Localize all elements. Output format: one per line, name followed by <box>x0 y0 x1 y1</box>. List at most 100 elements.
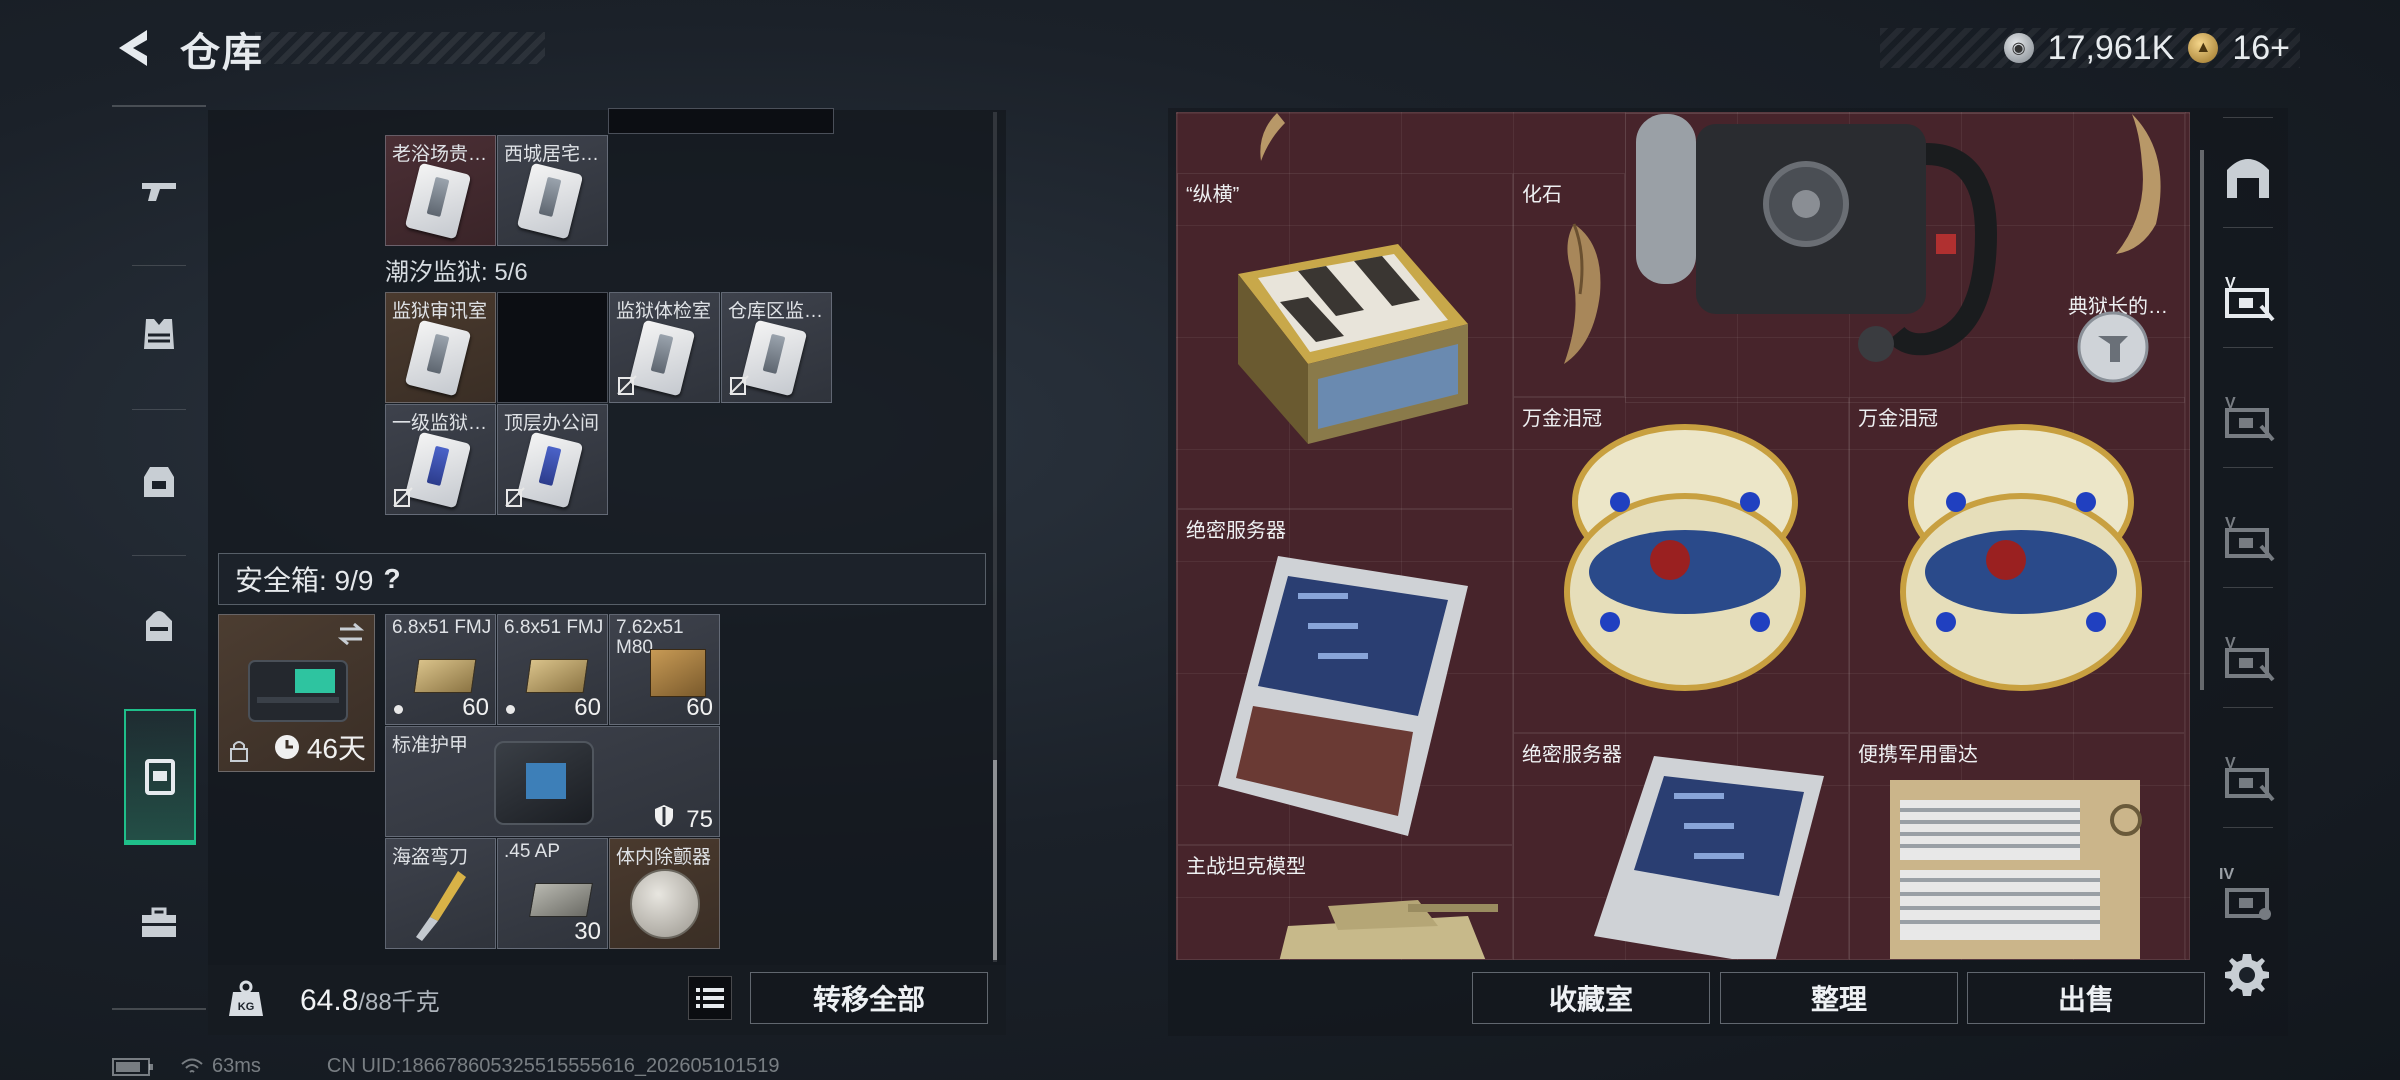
back-button[interactable] <box>108 22 158 74</box>
rebreather-device-icon <box>1636 114 1998 362</box>
backpack-icon <box>144 467 174 497</box>
list-icon <box>696 988 724 1008</box>
tab-toolbox[interactable] <box>112 867 206 977</box>
locked-card-icon <box>393 487 413 507</box>
collectible-item[interactable]: 主战坦克模型 <box>1177 845 1513 959</box>
item-label: 化石 <box>1522 184 1562 206</box>
keycard-icon <box>740 319 808 397</box>
weight-value: 64.8/88千克 <box>300 982 440 1018</box>
toolbox-icon <box>142 907 176 937</box>
help-button[interactable]: ? <box>383 563 400 595</box>
collection-grid: “纵横” 化石 典狱长的… 万金泪冠 万金泪冠 绝密服务器 绝密服务器 便携军用… <box>1176 112 2190 960</box>
safebox-header: 安全箱: 9/9 ? <box>218 553 986 605</box>
ammo-item[interactable]: .45 AP 30 <box>497 838 608 949</box>
battery-icon <box>112 1057 153 1076</box>
ammo-item[interactable]: 6.8x51 FMJ 60 <box>385 614 496 725</box>
storage-scrollbar-thumb[interactable] <box>993 760 997 960</box>
settings-gear-icon[interactable] <box>2222 950 2272 1000</box>
keycard-item[interactable]: 仓库区监… <box>721 292 832 403</box>
tab-case-1[interactable]: V <box>2213 262 2283 332</box>
silver-coin-icon: ◉ <box>2003 33 2034 63</box>
tab-safe-container[interactable] <box>124 709 196 845</box>
armor-item[interactable]: 标准护甲 75 <box>385 726 720 837</box>
list-view-button[interactable] <box>688 976 732 1020</box>
keycard-icon <box>628 319 696 397</box>
knife-item[interactable]: 海盗弯刀 <box>385 838 496 949</box>
tab-weapons[interactable] <box>112 135 206 245</box>
fossil-claw-icon <box>1564 223 1601 364</box>
sell-button[interactable]: 出售 <box>1967 972 2205 1024</box>
tab-case-2[interactable]: V <box>2213 382 2283 452</box>
collectible-item[interactable]: 万金泪冠 <box>1849 397 2185 733</box>
radar-unit-icon <box>1890 780 2142 959</box>
keycard-item[interactable]: 监狱审讯室 <box>385 292 496 403</box>
knife-icon <box>416 871 466 941</box>
safe-timer: 46天 <box>273 727 366 767</box>
collectible-item[interactable]: 万金泪冠 <box>1513 397 1849 733</box>
timer-text: 46天 <box>306 733 366 764</box>
vault-button[interactable]: 收藏室 <box>1472 972 1710 1024</box>
tab-backpack[interactable] <box>112 425 206 535</box>
keycard-item[interactable]: 老浴场贵… <box>385 135 496 246</box>
defibrillator-icon <box>630 869 700 939</box>
collection-scrollbar[interactable] <box>2200 150 2204 690</box>
tab-chest-rig[interactable] <box>112 571 206 681</box>
back-arrow-icon <box>119 30 147 66</box>
gold-coin-icon: ▲ <box>2188 33 2219 63</box>
locked-card-icon <box>505 487 525 507</box>
item-durability: 75 <box>686 806 713 833</box>
collectible-item[interactable]: 绝密服务器 <box>1177 509 1513 845</box>
title-decoration <box>255 32 545 64</box>
tab-armor[interactable] <box>112 279 206 389</box>
sort-button[interactable]: 整理 <box>1720 972 1958 1024</box>
ammo-item[interactable]: 7.62x51 M80 60 <box>609 614 720 725</box>
server-icon <box>1218 556 1468 836</box>
right-tabs: V V V V V IV <box>2205 112 2289 992</box>
server-icon <box>1594 756 1824 959</box>
keycard-icon <box>516 431 584 509</box>
keycard-item[interactable]: 一级监狱… <box>385 404 496 515</box>
weight-kg-icon: KG <box>229 980 263 1016</box>
keycard-item[interactable]: 顶层办公间 <box>497 404 608 515</box>
bag-icon <box>146 611 172 641</box>
collectible-item[interactable]: 典狱长的… <box>1625 113 2185 403</box>
ammo-box-icon <box>525 659 589 693</box>
ammo-item[interactable]: 6.8x51 FMJ 60 <box>497 614 608 725</box>
status-dot <box>394 705 403 714</box>
locked-card-icon <box>729 375 749 395</box>
status-bar: 63ms CN UID:18667860532551555561​6_20260… <box>112 1055 780 1078</box>
keycard-item[interactable]: 西城居宅… <box>497 135 608 246</box>
collectible-item[interactable]: 化石 <box>1513 173 1625 397</box>
transfer-all-button[interactable]: 转移全部 <box>750 972 988 1024</box>
item-label: 主战坦克模型 <box>1186 856 1306 878</box>
case-4-icon: V <box>2225 635 2275 682</box>
item-label: 老浴场贵… <box>392 144 488 165</box>
tab-case-5[interactable]: V <box>2213 742 2283 812</box>
safe-box-icon <box>248 660 348 722</box>
collectible-item[interactable]: 绝密服务器 <box>1513 733 1849 959</box>
safe-container-item[interactable]: 46天 <box>218 614 375 772</box>
collectible-item[interactable]: “纵横” <box>1177 173 1513 509</box>
item-label: 监狱审讯室 <box>392 301 488 322</box>
horn-icon <box>2116 114 2161 254</box>
tab-case-level-4[interactable]: IV <box>2213 862 2283 932</box>
item-label: 一级监狱… <box>392 413 488 434</box>
pistol-icon <box>142 183 176 201</box>
tab-home-storage[interactable] <box>2213 142 2283 212</box>
safebox-title: 安全箱: 9/9 <box>235 565 374 596</box>
empty-slot[interactable] <box>497 292 608 403</box>
defibrillator-item[interactable]: 体内除颤器 <box>609 838 720 949</box>
svg-text:KG: KG <box>238 1001 255 1013</box>
tab-case-4[interactable]: V <box>2213 622 2283 692</box>
case-4-level-icon <box>2225 888 2271 920</box>
tab-case-3[interactable]: V <box>2213 502 2283 572</box>
keycard-item[interactable]: 监狱体检室 <box>609 292 720 403</box>
item-label: 6.8x51 FMJ <box>504 618 604 638</box>
swap-icon <box>337 622 365 646</box>
item-label: 便携军用雷达 <box>1858 744 1978 766</box>
item-label: 顶层办公间 <box>504 413 600 434</box>
page-title: 仓库 <box>180 31 264 75</box>
item-label: 标准护甲 <box>392 735 469 756</box>
collectible-item[interactable]: 便携军用雷达 <box>1849 733 2185 959</box>
wifi-icon <box>181 1058 203 1073</box>
